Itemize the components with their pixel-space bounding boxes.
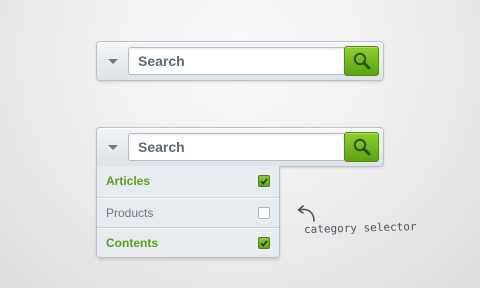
caret-down-icon bbox=[107, 58, 118, 64]
search-widget-collapsed bbox=[96, 41, 384, 81]
check-icon bbox=[260, 239, 268, 247]
category-option-label: Articles bbox=[106, 174, 151, 188]
search-button[interactable] bbox=[344, 132, 379, 162]
category-option-products[interactable]: Products bbox=[97, 197, 279, 227]
annotation-text: category selector bbox=[303, 220, 417, 236]
search-input[interactable] bbox=[128, 133, 344, 161]
search-widget-expanded bbox=[96, 127, 384, 167]
category-option-contents[interactable]: Contents bbox=[97, 227, 279, 257]
checkbox-checked[interactable] bbox=[258, 175, 270, 187]
curved-arrow-icon bbox=[297, 205, 315, 222]
category-option-articles[interactable]: Articles bbox=[97, 166, 279, 196]
magnifier-icon bbox=[353, 138, 370, 156]
category-option-label: Products bbox=[106, 205, 154, 220]
category-toggle[interactable] bbox=[97, 42, 128, 80]
magnifier-icon bbox=[353, 52, 370, 70]
checkbox-checked[interactable] bbox=[258, 236, 270, 249]
search-button[interactable] bbox=[344, 46, 379, 76]
category-dropdown: Articles Products Contents bbox=[96, 166, 280, 258]
category-option-label: Contents bbox=[106, 235, 158, 250]
caret-down-icon bbox=[107, 144, 118, 150]
search-input[interactable] bbox=[128, 47, 344, 75]
check-icon bbox=[260, 178, 268, 185]
category-toggle[interactable] bbox=[97, 128, 128, 166]
checkbox-unchecked[interactable] bbox=[258, 206, 270, 219]
